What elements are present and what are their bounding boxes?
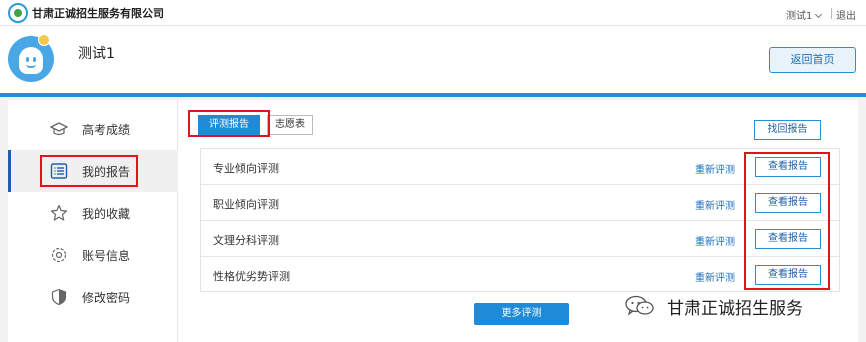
user-menu[interactable]: 测试1 <box>786 7 823 22</box>
wechat-icon <box>625 295 654 316</box>
back-home-button[interactable]: 返回首页 <box>769 47 856 73</box>
sidebar-item-password[interactable]: 修改密码 <box>8 276 178 318</box>
avatar-badge-icon <box>38 34 50 46</box>
report-title: 专业倾向评测 <box>213 162 279 175</box>
sidebar-item-label: 账号信息 <box>82 249 131 263</box>
sidebar-item-favorites[interactable]: 我的收藏 <box>8 192 178 234</box>
sidebar-item-label: 修改密码 <box>82 291 131 305</box>
sidebar-item-scores[interactable]: 高考成绩 <box>8 108 178 150</box>
username: 测试1 <box>78 46 115 62</box>
sidebar: 高考成绩 我的报告 我的收藏 账号信息 修改密码 <box>8 100 178 342</box>
logout-link[interactable]: 退出 <box>836 7 856 22</box>
shield-icon <box>51 288 67 306</box>
sidebar-item-label: 我的收藏 <box>82 207 131 221</box>
report-title: 职业倾向评测 <box>213 198 279 211</box>
divider <box>831 8 832 19</box>
top-bar: 甘肃正诚招生服务有限公司 测试1 退出 <box>0 0 866 26</box>
report-title: 性格优劣势评测 <box>213 270 290 283</box>
highlight-box <box>188 110 270 137</box>
user-menu-label: 测试1 <box>786 11 813 22</box>
header-divider <box>0 93 866 97</box>
find-report-button[interactable]: 找回报告 <box>754 120 821 140</box>
tab-application-form[interactable]: 志愿表 <box>267 115 313 135</box>
company-name: 甘肃正诚招生服务有限公司 <box>32 7 164 20</box>
retest-link[interactable]: 重新评测 <box>695 233 735 248</box>
highlight-box <box>744 152 830 290</box>
report-title: 文理分科评测 <box>213 234 279 247</box>
sidebar-item-account[interactable]: 账号信息 <box>8 234 178 276</box>
avatar-face-icon <box>19 47 43 74</box>
gear-icon <box>51 247 67 263</box>
watermark-text: 甘肃正诚招生服务 <box>667 299 803 319</box>
profile-header: 测试1 返回首页 <box>0 26 866 93</box>
star-icon <box>50 204 68 221</box>
highlight-box <box>40 155 138 187</box>
graduation-cap-icon <box>50 122 68 136</box>
company-logo-icon <box>8 3 28 23</box>
sidebar-item-label: 高考成绩 <box>82 123 131 137</box>
retest-link[interactable]: 重新评测 <box>695 197 735 212</box>
chevron-down-icon <box>815 10 823 19</box>
more-evaluations-button[interactable]: 更多评测 <box>474 303 569 325</box>
retest-link[interactable]: 重新评测 <box>695 269 735 284</box>
retest-link[interactable]: 重新评测 <box>695 161 735 176</box>
